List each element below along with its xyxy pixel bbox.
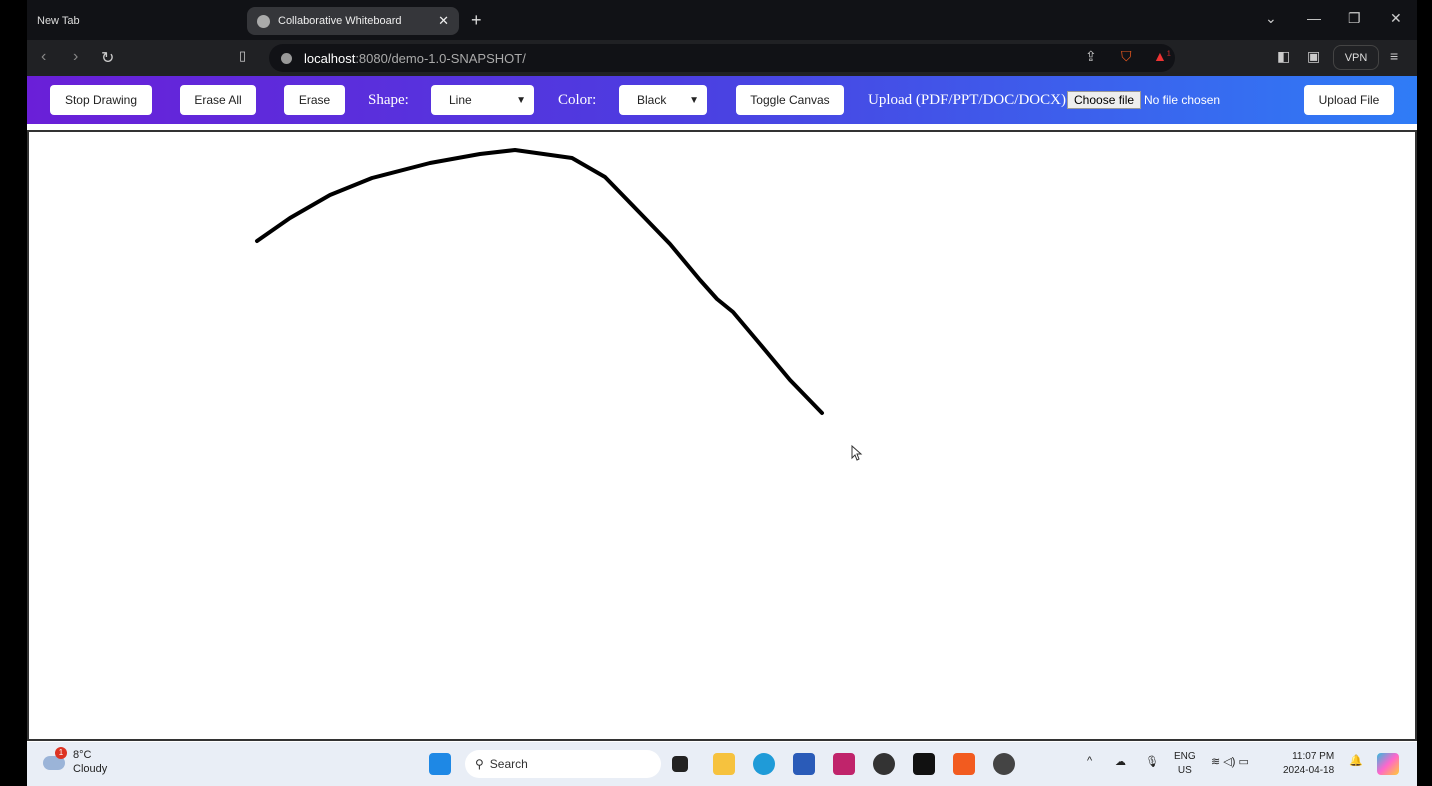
reload-button[interactable]: ↻: [101, 48, 114, 68]
brave-rewards-icon[interactable]: ▲1: [1153, 48, 1171, 64]
upload-file-button[interactable]: Upload File: [1304, 85, 1394, 115]
close-window-button[interactable]: ✕: [1390, 10, 1402, 27]
lang: ENG: [1174, 751, 1196, 762]
canvas-drawing: [255, 148, 863, 461]
drawn-stroke: [255, 148, 824, 415]
notification-bell-icon[interactable]: 🔔: [1349, 754, 1363, 767]
color-select[interactable]: Black ▼: [619, 85, 707, 115]
tab-label: Collaborative Whiteboard: [278, 15, 402, 27]
upload-label: Upload (PDF/PPT/DOC/DOCX):: [868, 92, 1071, 108]
brave-icon[interactable]: [953, 753, 975, 775]
wallet-icon[interactable]: ▣: [1307, 48, 1320, 65]
obs-icon[interactable]: [993, 753, 1015, 775]
url-host: localhost: [304, 50, 356, 66]
alert-badge: 1: [1166, 50, 1171, 58]
sidebar-icon[interactable]: ◧: [1277, 48, 1290, 65]
stop-drawing-button[interactable]: Stop Drawing: [50, 85, 152, 115]
shape-value: Line: [449, 93, 472, 107]
chevron-down-icon: ▼: [689, 94, 699, 106]
network-volume-battery-icons[interactable]: ≋ ◁) ▭: [1211, 755, 1249, 768]
close-tab-icon[interactable]: ✕: [438, 13, 449, 29]
site-info-icon[interactable]: [281, 52, 292, 64]
minimize-button[interactable]: —: [1307, 10, 1321, 26]
start-icon[interactable]: [429, 753, 451, 775]
globe-icon: [257, 14, 270, 28]
url-path: :8080/demo-1.0-SNAPSHOT/: [355, 50, 526, 66]
file-explorer-icon[interactable]: [713, 753, 735, 775]
bookmark-icon[interactable]: ▯: [239, 48, 246, 64]
share-icon[interactable]: ⇪: [1085, 48, 1097, 65]
restore-button[interactable]: ❐: [1348, 10, 1361, 27]
new-tab-button[interactable]: +: [471, 10, 482, 31]
choose-file-button[interactable]: Choose file: [1067, 91, 1142, 109]
weather-badge: 1: [55, 747, 67, 759]
search-label: Search: [489, 757, 528, 771]
weather-temp: 8°C: [73, 749, 92, 761]
date: 2024-04-18: [1283, 765, 1335, 776]
weather-desc: Cloudy: [73, 763, 108, 775]
navigation-bar: ‹ › ↻ ▯ localhost:8080/demo-1.0-SNAPSHOT…: [27, 40, 1417, 76]
menu-icon[interactable]: ≡: [1390, 48, 1398, 64]
whiteboard-toolbar: Stop Drawing Erase All Erase Shape: Line…: [27, 76, 1417, 124]
tab-search-icon[interactable]: ⌄: [1265, 10, 1277, 27]
color-value: Black: [637, 93, 667, 107]
chevron-down-icon: ▼: [516, 94, 526, 106]
browser-window: New Tab Collaborative Whiteboard ✕ + ⌄ — …: [27, 0, 1417, 786]
task-view-icon[interactable]: [672, 756, 688, 772]
drawing-canvas[interactable]: [27, 130, 1417, 741]
edge-icon[interactable]: [753, 753, 775, 775]
file-status: No file chosen: [1144, 93, 1221, 107]
brave-shields-icon[interactable]: ⛉: [1121, 48, 1132, 65]
store-icon[interactable]: [793, 753, 815, 775]
tab-new-tab[interactable]: New Tab: [27, 7, 227, 35]
copilot-icon[interactable]: [1377, 753, 1399, 775]
search-icon: ⚲: [475, 757, 484, 771]
tab-label: New Tab: [37, 15, 80, 27]
erase-all-button[interactable]: Erase All: [180, 85, 256, 115]
onedrive-icon[interactable]: ☁: [1115, 755, 1126, 768]
cloud-icon: 1: [43, 747, 67, 770]
tab-bar: New Tab Collaborative Whiteboard ✕ + ⌄ — …: [27, 0, 1417, 40]
mouse-cursor-icon: [851, 444, 863, 461]
weather-widget[interactable]: 1 8°C Cloudy: [43, 747, 108, 776]
time: 11:07 PM: [1292, 751, 1335, 762]
microphone-icon[interactable]: 🎙: [1145, 755, 1159, 768]
shape-label: Shape:: [368, 92, 409, 108]
clock[interactable]: 11:07 PM 2024-04-18: [1283, 750, 1334, 778]
region: US: [1177, 765, 1192, 776]
vpn-button[interactable]: VPN: [1333, 45, 1379, 70]
taskbar: 1 8°C Cloudy ⚲ Search ^ ☁ 🎙 ENG US ≋ ◁) ▭ 1…: [27, 742, 1417, 786]
taskbar-search[interactable]: ⚲ Search: [465, 750, 661, 778]
color-label: Color:: [558, 92, 597, 108]
back-button[interactable]: ‹: [41, 48, 46, 66]
language-indicator[interactable]: ENG US: [1174, 750, 1196, 778]
app-w-icon[interactable]: [873, 753, 895, 775]
tab-collaborative-whiteboard[interactable]: Collaborative Whiteboard ✕: [247, 7, 459, 35]
vpn-label: VPN: [1344, 51, 1368, 64]
audio-app-icon[interactable]: [913, 753, 935, 775]
address-bar[interactable]: localhost:8080/demo-1.0-SNAPSHOT/: [269, 44, 1175, 72]
toggle-canvas-button[interactable]: Toggle Canvas: [736, 85, 844, 115]
erase-button[interactable]: Erase: [284, 85, 345, 115]
forward-button[interactable]: ›: [73, 48, 78, 66]
show-hidden-icons[interactable]: ^: [1087, 755, 1092, 767]
intellij-icon[interactable]: [833, 753, 855, 775]
shape-select[interactable]: Line ▼: [431, 85, 534, 115]
